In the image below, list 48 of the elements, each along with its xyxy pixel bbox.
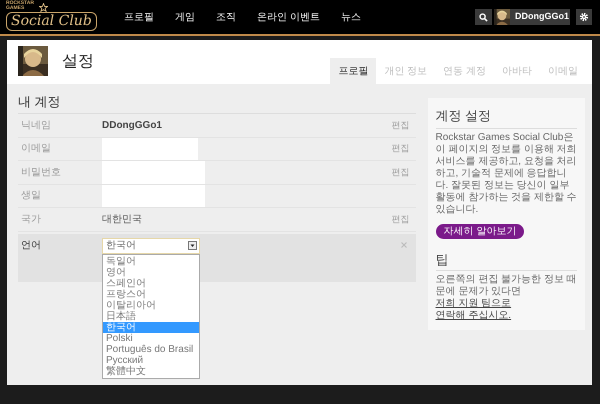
- nav-link[interactable]: 뉴스: [340, 10, 361, 24]
- search-icon: [479, 12, 488, 22]
- nav-link[interactable]: 조직: [216, 10, 236, 24]
- field-label: 이메일: [20, 142, 52, 156]
- field-value: DDongGGo1: [102, 118, 162, 133]
- section-heading: 내 계정: [18, 92, 416, 114]
- edit-link[interactable]: 편집: [392, 212, 416, 226]
- card-text: Rockstar Games Social Club은 이 페이지의 정보를 이용해 저희 서비스를 제공하고, 요청을 처리하고, 기술적 문제에 응답합니다. 잘못된 정보는 당신이 일부 활동에 참가하는 것을 제한할 수 있습니다.: [436, 132, 577, 216]
- brand-logo[interactable]: Social Club: [6, 12, 97, 31]
- dropdown-option[interactable]: Русский: [103, 354, 199, 366]
- dropdown-option[interactable]: 독일어: [103, 256, 199, 266]
- field-label: 닉네임: [20, 118, 52, 133]
- nav-link[interactable]: 프로필: [124, 10, 154, 24]
- nav-link[interactable]: 게임: [175, 10, 195, 24]
- username: DDongGGo1: [515, 10, 569, 24]
- dropdown-option[interactable]: 이탈리아어: [103, 300, 199, 310]
- dropdown-option[interactable]: 繁體中文: [103, 366, 199, 376]
- field-value: 대한민국: [102, 212, 142, 227]
- edit-link[interactable]: 편집: [392, 166, 416, 179]
- field-label: 비밀번호: [20, 166, 62, 180]
- dropdown-option[interactable]: 영어: [103, 266, 199, 278]
- support-link[interactable]: 저희 지원 팀으로: [436, 298, 512, 310]
- page-title: 설정: [62, 52, 94, 72]
- settings-button[interactable]: [576, 9, 592, 25]
- tab[interactable]: 프로필: [330, 58, 376, 84]
- search-button[interactable]: [475, 9, 492, 25]
- card-heading: 팁: [436, 250, 577, 271]
- tip-text: 오른쪽의 편집 불가능한 정보 때문에 문제가 있다면: [436, 274, 577, 298]
- settings-icon: [579, 12, 589, 22]
- learn-more-button[interactable]: 자세히 알아보기: [436, 224, 524, 238]
- support-link[interactable]: 연락해 주십시오.: [436, 310, 512, 322]
- dropdown-option[interactable]: 프랑스어: [103, 288, 199, 300]
- field-label: 국가: [20, 212, 42, 227]
- edit-link[interactable]: 편집: [392, 142, 416, 156]
- dropdown-option[interactable]: Português do Brasil: [103, 344, 199, 354]
- dropdown-option[interactable]: 스페인어: [103, 278, 199, 288]
- field-label: 언어: [20, 238, 42, 252]
- field-label: 생일: [20, 189, 42, 204]
- dropdown-option[interactable]: 한국어: [103, 322, 199, 332]
- nav-link[interactable]: 온라인 이벤트: [257, 10, 320, 24]
- language-select[interactable]: 한국어: [102, 238, 200, 254]
- card-heading: 계정 설정: [436, 106, 577, 128]
- caret-icon: [188, 241, 197, 250]
- dropdown-option[interactable]: Polski: [103, 332, 199, 344]
- edit-link[interactable]: 편집: [392, 118, 416, 132]
- star-icon: [39, 3, 48, 12]
- dropdown-option[interactable]: 日本語: [103, 310, 199, 322]
- user-menu[interactable]: DDongGGo1: [494, 9, 570, 25]
